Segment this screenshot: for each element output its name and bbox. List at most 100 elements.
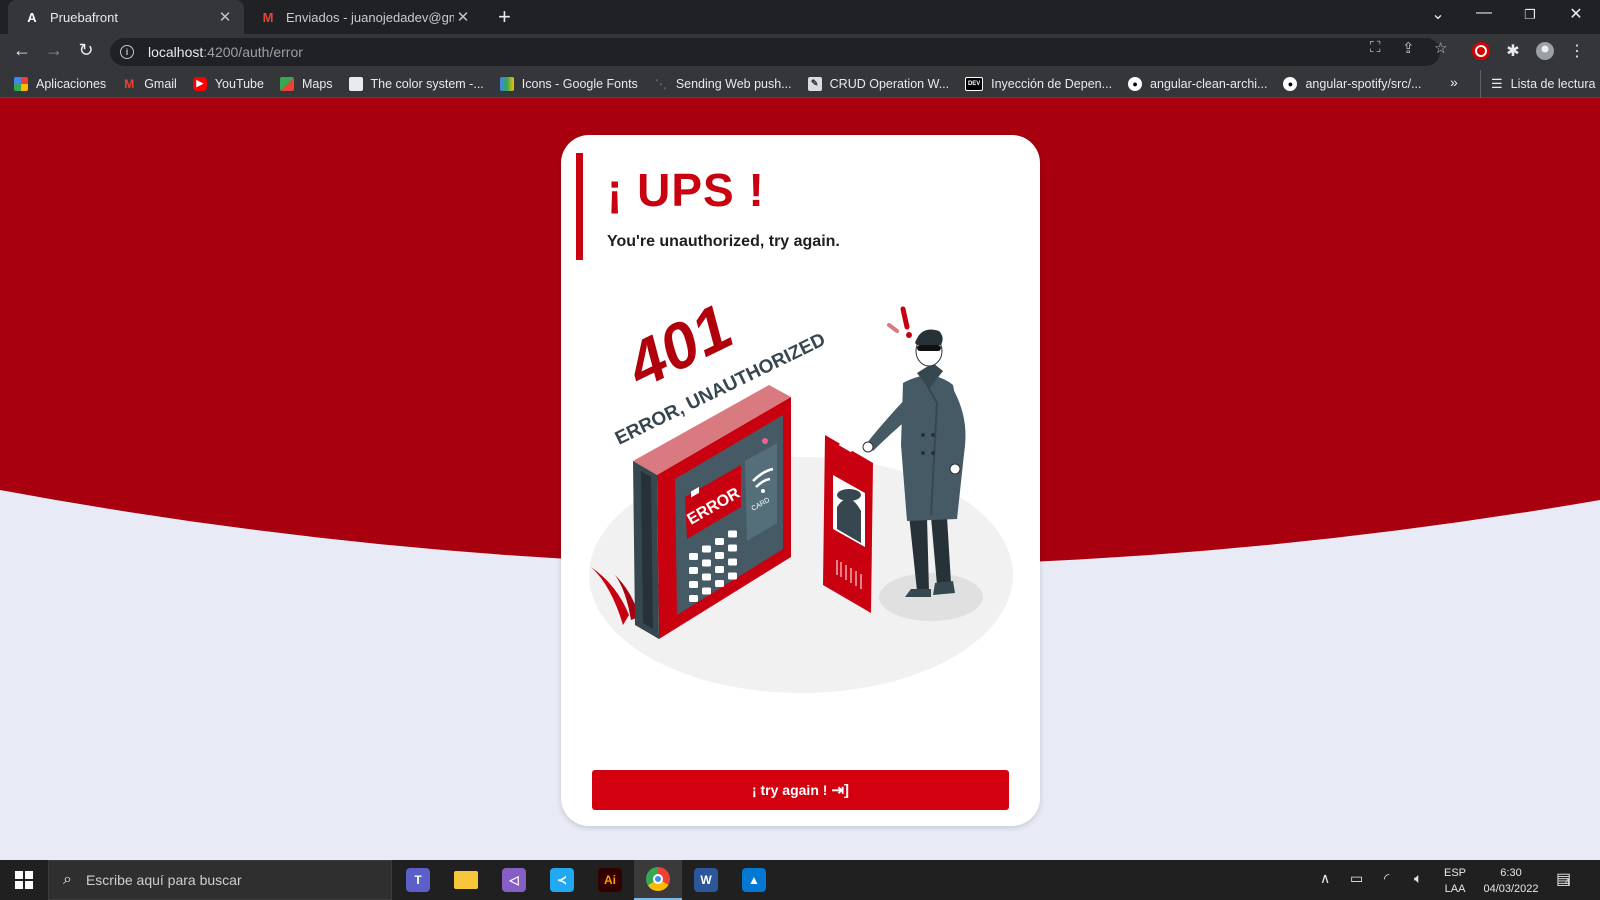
restore-button[interactable]: ❐	[1508, 7, 1552, 23]
close-window-button[interactable]: ✕	[1554, 4, 1598, 24]
gmail-icon: M	[262, 9, 274, 25]
login-arrow-icon: ⇥]	[831, 782, 850, 799]
reading-list-button[interactable]: ☰ Lista de lectura	[1480, 70, 1595, 98]
word-icon: W	[694, 868, 718, 892]
bookmark-crud[interactable]: ✎ CRUD Operation W...	[807, 76, 949, 91]
keypad-key	[702, 573, 711, 581]
windows-logo-icon	[15, 871, 33, 889]
clock-date: 04/03/2022	[1483, 883, 1539, 895]
browser-toolbar: ← → ↻ i localhost :4200/auth/error ⛶ ⇪ ☆…	[0, 34, 1600, 70]
keypad-key	[702, 587, 711, 595]
bookmark-angular-spotify[interactable]: ● angular-spotify/src/...	[1283, 76, 1421, 91]
keypad-key	[702, 559, 711, 567]
menu-kebab-icon[interactable]: ⋮	[1566, 41, 1588, 61]
bookmark-star-icon[interactable]: ☆	[1434, 39, 1447, 57]
keypad-key	[689, 581, 698, 588]
share-icon[interactable]: ⇪	[1402, 39, 1415, 57]
taskbar-app-word[interactable]: W	[682, 860, 730, 900]
taskbar-app-illustrator[interactable]: Ai	[586, 860, 634, 900]
clock-time: 6:30	[1500, 867, 1522, 879]
bookmarks-bar: Aplicaciones M Gmail ▶ YouTube Maps The …	[0, 70, 1600, 98]
apps-grid-icon	[14, 76, 28, 91]
keypad-key	[702, 545, 711, 553]
bookmark-label: Sending Web push...	[675, 76, 792, 91]
minimize-button[interactable]: —	[1462, 4, 1506, 22]
google-fonts-icon	[499, 76, 514, 91]
bookmark-web-push[interactable]: ⋱ Sending Web push...	[654, 77, 792, 91]
crud-icon: ✎	[807, 76, 822, 91]
tray-overflow-icon[interactable]: ∧	[1320, 870, 1330, 887]
bookmark-label: YouTube	[214, 76, 264, 91]
dev-icon: DEV	[965, 76, 984, 91]
tab-title: Enviados - juanojedadev@gmail.	[286, 9, 454, 25]
address-bar[interactable]: i localhost :4200/auth/error	[110, 38, 1440, 66]
github-icon: ●	[1128, 76, 1143, 91]
puzzle-icon[interactable]: ✱	[1502, 41, 1524, 61]
back-icon[interactable]: ←	[10, 40, 34, 61]
try-again-button[interactable]: ¡ try again ! ⇥]	[592, 770, 1009, 810]
error-subtitle: You're unauthorized, try again.	[607, 233, 840, 250]
system-clock[interactable]: 6:30 04/03/2022	[1478, 865, 1544, 897]
tab-gmail-enviados[interactable]: M Enviados - juanojedadev@gmail. ✕	[244, 0, 482, 34]
keypad-key	[728, 572, 737, 580]
battery-icon[interactable]: ▭	[1350, 870, 1363, 887]
volume-icon[interactable]: 🔈︎	[1414, 870, 1422, 887]
site-info-icon[interactable]: i	[120, 45, 134, 59]
taskbar-app-teams[interactable]: T	[394, 860, 442, 900]
language-indicator[interactable]: ESP LAA	[1444, 865, 1466, 897]
keypad-key	[715, 580, 724, 587]
maps-icon	[279, 76, 294, 91]
keypad-key	[689, 595, 698, 602]
reload-icon[interactable]: ↻	[74, 40, 98, 61]
bookmark-google-fonts[interactable]: Icons - Google Fonts	[499, 76, 638, 91]
taskbar-app-file-explorer[interactable]	[442, 860, 490, 900]
taskbar-app-vscode[interactable]: ≺	[538, 860, 586, 900]
bookmark-inyeccion[interactable]: DEV Inyección de Depen...	[965, 76, 1112, 91]
search-placeholder: Escribe aquí para buscar	[85, 872, 242, 888]
windows-taskbar: ⌕ Escribe aquí para buscar T ◁ ≺ Ai W ▲ …	[0, 860, 1600, 900]
bookmark-color-system[interactable]: The color system -...	[348, 76, 484, 91]
keypad-key	[715, 538, 724, 545]
url-host: localhost	[148, 44, 204, 60]
title-accent-bar	[576, 153, 583, 260]
tab-title: Pruebafront	[50, 9, 118, 25]
illustrator-icon: Ai	[598, 868, 622, 892]
bookmark-aplicaciones[interactable]: Aplicaciones	[14, 76, 107, 91]
taskbar-app-visual-studio[interactable]: ◁	[490, 860, 538, 900]
github-icon: ●	[1283, 76, 1298, 91]
keypad-key	[689, 553, 698, 560]
bookmarks-overflow-icon[interactable]: »	[1450, 74, 1458, 90]
id-badge-icon	[823, 435, 873, 613]
photos-icon: ▲	[742, 868, 766, 892]
taskbar-app-photos[interactable]: ▲	[730, 860, 778, 900]
bookmark-label: Aplicaciones	[36, 76, 107, 91]
translate-icon[interactable]: ⛶	[1370, 39, 1381, 56]
notification-center-button[interactable]: ▤ 4	[1556, 869, 1571, 889]
bookmark-youtube[interactable]: ▶ YouTube	[192, 76, 264, 91]
keypad-key	[728, 530, 737, 538]
keypad-key	[728, 544, 737, 552]
tab-pruebafront[interactable]: A Pruebafront ✕	[8, 0, 244, 34]
youtube-icon: ▶	[192, 76, 207, 91]
unauthorized-illustration: 401 ERROR, UNAUTHORIZED ERROR CARD	[589, 290, 1013, 693]
profile-avatar-icon[interactable]	[1534, 41, 1556, 66]
error-card: ¡ UPS ! You're unauthorized, try again. …	[561, 135, 1040, 826]
tab-search-icon[interactable]: ⌄	[1416, 4, 1460, 24]
start-button[interactable]	[0, 860, 48, 900]
extension-icon[interactable]	[1470, 41, 1492, 66]
bookmark-gmail[interactable]: M Gmail	[122, 77, 177, 91]
keypad-key	[715, 566, 724, 573]
taskbar-search-box[interactable]: ⌕ Escribe aquí para buscar	[48, 860, 392, 900]
bookmark-label: Gmail	[144, 76, 177, 91]
wifi-icon[interactable]: ◜	[1384, 870, 1389, 887]
new-tab-button[interactable]: +	[498, 4, 511, 30]
chrome-icon	[646, 867, 670, 891]
bookmark-maps[interactable]: Maps	[279, 76, 333, 91]
taskbar-app-chrome[interactable]	[634, 860, 682, 900]
bookmark-angular-clean[interactable]: ● angular-clean-archi...	[1128, 76, 1267, 91]
forward-icon[interactable]: →	[42, 40, 66, 61]
close-tab-icon[interactable]: ✕	[454, 8, 472, 26]
close-tab-icon[interactable]: ✕	[216, 8, 234, 26]
bookmark-label: Icons - Google Fonts	[521, 76, 638, 91]
teams-icon: T	[406, 868, 430, 892]
